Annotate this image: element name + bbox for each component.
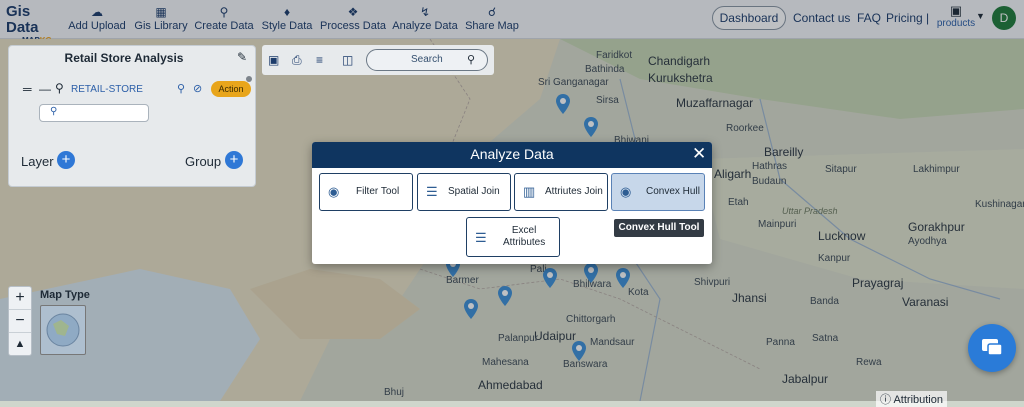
- excel-attributes-button[interactable]: ☰ Excel Attributes: [466, 217, 560, 257]
- zoom-controls: + − ▲: [8, 286, 32, 356]
- comment-icon[interactable]: ◫: [342, 53, 353, 67]
- map-type-thumbnail[interactable]: [40, 305, 86, 355]
- close-icon[interactable]: ✕: [692, 144, 706, 164]
- attributes-join-button[interactable]: ▥ Attriutes Join: [514, 173, 608, 211]
- spatial-join-button[interactable]: ☰ Spatial Join: [417, 173, 511, 211]
- location-pin-icon: ⚲: [55, 81, 64, 95]
- globe-thumbnail: [46, 313, 80, 347]
- map-type-label: Map Type: [40, 289, 90, 301]
- location-input[interactable]: ⚲: [39, 104, 149, 122]
- bar-chart-icon: ▥: [523, 184, 536, 199]
- edit-pencil-icon[interactable]: ✎: [237, 50, 247, 64]
- convex-hull-button[interactable]: ◉ Convex Hull: [611, 173, 705, 211]
- map-toolbar: ▣ ⎙ ≡ ◫ Search ⚲: [262, 45, 494, 75]
- layers-icon: ☰: [475, 230, 487, 245]
- zoom-in-button[interactable]: +: [9, 287, 31, 310]
- filter-tool-button[interactable]: ◉ Filter Tool: [319, 173, 413, 211]
- drag-handle-icon[interactable]: ═: [23, 82, 32, 96]
- location-pin-icon: ⚲: [50, 106, 58, 117]
- add-group-button[interactable]: +: [225, 151, 243, 169]
- layer-label: Layer: [21, 154, 54, 169]
- compass-icon[interactable]: ▲: [9, 333, 31, 355]
- layer-name[interactable]: RETAIL-STORE: [71, 84, 143, 95]
- action-button[interactable]: Action: [211, 81, 251, 97]
- layers-icon: ☰: [426, 184, 438, 199]
- search-icon[interactable]: ⚲: [467, 50, 475, 70]
- zoom-to-layer-icon[interactable]: ⚲: [177, 82, 185, 95]
- attribution[interactable]: ⓘ Attribution: [876, 391, 947, 407]
- print-icon[interactable]: ⎙: [292, 53, 302, 68]
- visibility-off-icon[interactable]: ⊘: [193, 82, 202, 95]
- chat-button[interactable]: [968, 324, 1016, 372]
- measure-icon[interactable]: ≡: [316, 53, 323, 67]
- filter-globe-icon: ◉: [328, 184, 340, 199]
- analyze-data-modal: Analyze Data ✕ ◉ Filter Tool ☰ Spatial J…: [312, 142, 712, 264]
- zoom-out-button[interactable]: −: [9, 310, 31, 333]
- project-title: Retail Store Analysis: [64, 51, 184, 65]
- layer-panel: Retail Store Analysis ✎ ═ — ⚲ RETAIL-STO…: [8, 45, 256, 187]
- status-dot: [246, 76, 252, 82]
- add-layer-button[interactable]: +: [57, 151, 75, 169]
- group-label: Group: [185, 154, 222, 169]
- fullscreen-icon[interactable]: ▣: [268, 53, 279, 67]
- hull-globe-icon: ◉: [620, 184, 632, 199]
- map-search-input[interactable]: Search ⚲: [366, 49, 488, 71]
- convex-hull-tooltip: Convex Hull Tool: [614, 219, 704, 237]
- collapse-icon[interactable]: —: [39, 82, 51, 96]
- modal-header: Analyze Data ✕: [312, 142, 712, 168]
- chat-bubble-icon: [982, 339, 1003, 356]
- info-icon: ⓘ: [880, 394, 891, 406]
- modal-title: Analyze Data: [470, 146, 554, 162]
